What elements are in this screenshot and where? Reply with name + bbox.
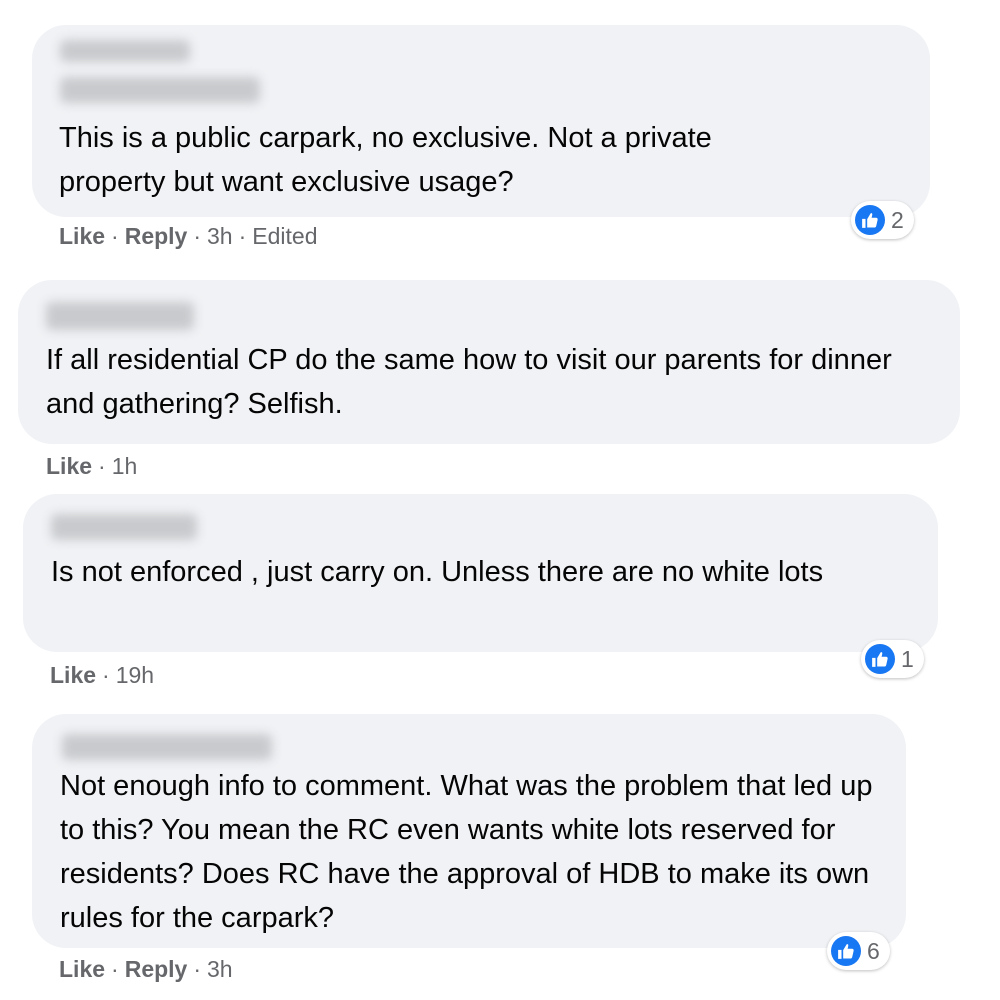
edited-label: Edited <box>252 223 318 249</box>
author-name-blurred[interactable] <box>62 734 272 760</box>
author-name-blurred[interactable] <box>60 77 260 103</box>
comment-actions: Like · 1h <box>46 453 138 479</box>
reply-button[interactable]: Reply <box>125 223 188 249</box>
author-name-blurred[interactable] <box>46 302 194 330</box>
comment-bubble: Is not enforced , just carry on. Unless … <box>23 494 938 652</box>
reaction-count: 2 <box>891 206 904 233</box>
comment-bubble: This is a public carpark, no exclusive. … <box>32 25 930 217</box>
comment-actions: Like · 19h <box>50 662 155 688</box>
comment-bubble: Not enough info to comment. What was the… <box>32 714 906 948</box>
reaction-summary[interactable]: 6 <box>827 932 890 970</box>
comment-text: Not enough info to comment. What was the… <box>60 770 873 934</box>
comment-actions: Like · Reply · 3h <box>59 956 233 982</box>
like-button[interactable]: Like <box>59 223 105 249</box>
reaction-count: 6 <box>867 937 880 964</box>
like-button[interactable]: Like <box>50 662 96 688</box>
reply-button[interactable]: Reply <box>125 956 188 982</box>
thumbs-up-icon <box>865 644 895 674</box>
timestamp[interactable]: 1h <box>112 453 138 479</box>
reaction-summary[interactable]: 1 <box>861 640 924 678</box>
reaction-count: 1 <box>901 645 914 672</box>
timestamp[interactable]: 19h <box>116 662 154 688</box>
author-name-blurred[interactable] <box>60 40 190 62</box>
like-button[interactable]: Like <box>59 956 105 982</box>
like-button[interactable]: Like <box>46 453 92 479</box>
reaction-summary[interactable]: 2 <box>851 201 914 239</box>
comment-bubble: If all residential CP do the same how to… <box>18 280 960 444</box>
timestamp[interactable]: 3h <box>207 956 233 982</box>
author-name-blurred[interactable] <box>51 514 197 540</box>
timestamp[interactable]: 3h <box>207 223 233 249</box>
comment-actions: Like · Reply · 3h · Edited <box>59 223 318 249</box>
thumbs-up-icon <box>831 936 861 966</box>
thumbs-up-icon <box>855 205 885 235</box>
comment-text: Is not enforced , just carry on. Unless … <box>51 556 824 588</box>
comment-text: If all residential CP do the same how to… <box>46 344 892 420</box>
comment-text: This is a public carpark, no exclusive. … <box>59 122 712 198</box>
